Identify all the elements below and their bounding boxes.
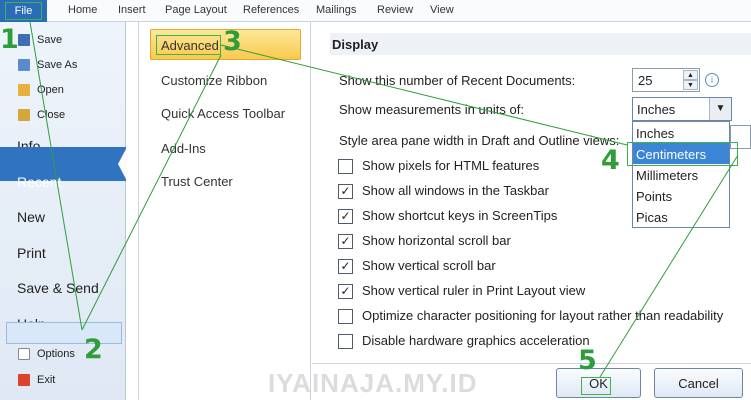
checkbox-label-6: Optimize character positioning for layou…	[362, 308, 724, 323]
backstage-recent[interactable]: Recent	[17, 174, 61, 190]
cancel-button-label: Cancel	[678, 376, 719, 391]
backstage-open[interactable]: Open	[18, 84, 64, 96]
tab-mailings[interactable]: Mailings	[316, 4, 356, 16]
backstage-exit-label: Exit	[37, 374, 56, 386]
open-folder-icon	[18, 84, 30, 96]
options-item[interactable]: Options	[18, 348, 75, 360]
checkbox-6[interactable]	[338, 309, 353, 324]
backstage-options-label: Options	[37, 348, 75, 360]
tab-insert[interactable]: Insert	[118, 4, 146, 16]
selection-arrow	[118, 147, 127, 181]
recent-docs-label: Show this number of Recent Documents:	[339, 73, 576, 88]
checkmark-icon: ✓	[340, 234, 351, 248]
step-number-5: 5	[578, 345, 597, 376]
backstage-new[interactable]: New	[17, 209, 45, 225]
backstage-save-send[interactable]: Save & Send	[17, 280, 99, 296]
backstage-save[interactable]: Save	[18, 34, 62, 46]
checkbox-5[interactable]: ✓	[338, 284, 353, 299]
save-as-icon	[18, 59, 30, 71]
units-dropdown-value: Inches	[637, 102, 676, 117]
checkbox-label-3: Show horizontal scroll bar	[362, 233, 511, 248]
unit-option-inches[interactable]: Inches	[636, 126, 674, 141]
checkbox-1[interactable]: ✓	[338, 184, 353, 199]
chevron-down-icon[interactable]: ▼	[709, 98, 731, 120]
checkbox-label-5: Show vertical ruler in Print Layout view	[362, 283, 586, 298]
cancel-button[interactable]: Cancel	[654, 368, 743, 398]
step-number-3: 3	[223, 26, 242, 57]
checkbox-3[interactable]: ✓	[338, 234, 353, 249]
category-advanced-label: Advanced	[161, 38, 219, 53]
step-highlight-file	[5, 2, 42, 20]
tab-home[interactable]: Home	[68, 4, 97, 16]
unit-option-points[interactable]: Points	[636, 189, 672, 204]
checkbox-label-1: Show all windows in the Taskbar	[362, 183, 549, 198]
backstage-open-label: Open	[37, 84, 64, 96]
exit-icon	[18, 374, 30, 386]
tab-review[interactable]: Review	[377, 4, 413, 16]
checkmark-icon: ✓	[340, 209, 351, 223]
step-highlight-centimeters	[627, 142, 738, 166]
info-icon[interactable]: i	[705, 73, 719, 87]
checkbox-label-4: Show vertical scroll bar	[362, 258, 496, 273]
unit-option-picas[interactable]: Picas	[636, 210, 668, 225]
checkmark-icon: ✓	[340, 184, 351, 198]
checkmark-icon: ✓	[340, 259, 351, 273]
category-trust-center[interactable]: Trust Center	[161, 174, 233, 189]
save-icon	[18, 34, 30, 46]
checkbox-7[interactable]	[338, 334, 353, 349]
units-label: Show measurements in units of:	[339, 102, 524, 117]
unit-option-millimeters[interactable]: Millimeters	[636, 168, 698, 183]
display-section-title: Display	[332, 37, 379, 52]
step-number-4: 4	[601, 145, 620, 176]
checkbox-label-0: Show pixels for HTML features	[362, 158, 540, 173]
category-add-ins[interactable]: Add-Ins	[161, 141, 206, 156]
ribbon-tab-bar: File Home Insert Page Layout References …	[0, 0, 751, 22]
recent-docs-value: 25	[638, 73, 653, 88]
units-dropdown[interactable]: Inches ▼	[632, 97, 732, 121]
checkmark-icon: ✓	[340, 284, 351, 298]
backstage-close[interactable]: Close	[18, 109, 65, 121]
options-page-icon	[18, 348, 30, 360]
backstage-close-label: Close	[37, 109, 66, 121]
dialog-footer-divider	[312, 363, 751, 364]
step-highlight-ok	[581, 377, 611, 395]
recent-docs-spinner[interactable]: 25 ▲ ▼	[632, 68, 700, 92]
backstage-save-label: Save	[37, 34, 63, 46]
backstage-save-as-label: Save As	[37, 59, 78, 71]
backstage-options[interactable]	[6, 322, 122, 344]
watermark: IYAINAJA.MY.ID	[268, 368, 478, 398]
tab-page-layout[interactable]: Page Layout	[165, 4, 227, 16]
checkbox-2[interactable]: ✓	[338, 209, 353, 224]
backstage-save-as[interactable]: Save As	[18, 59, 77, 71]
tab-references[interactable]: References	[243, 4, 299, 16]
category-quick-access-toolbar[interactable]: Quick Access Toolbar	[161, 106, 285, 121]
display-section-header	[330, 33, 751, 55]
category-customize-ribbon[interactable]: Customize Ribbon	[161, 73, 267, 88]
checkbox-0[interactable]	[338, 159, 353, 174]
checkbox-4[interactable]: ✓	[338, 259, 353, 274]
style-area-label: Style area pane width in Draft and Outli…	[339, 133, 620, 148]
backstage-exit[interactable]: Exit	[18, 374, 55, 386]
step-number-1: 1	[0, 24, 19, 55]
checkbox-label-2: Show shortcut keys in ScreenTips	[362, 208, 558, 223]
spinner-down-icon[interactable]: ▼	[683, 80, 698, 90]
backstage-print[interactable]: Print	[17, 245, 46, 261]
tab-view[interactable]: View	[430, 4, 454, 16]
spinner-up-icon[interactable]: ▲	[683, 70, 698, 80]
checkbox-label-7: Disable hardware graphics acceleration	[362, 333, 590, 348]
step-number-2: 2	[84, 334, 103, 365]
close-folder-icon	[18, 109, 30, 121]
